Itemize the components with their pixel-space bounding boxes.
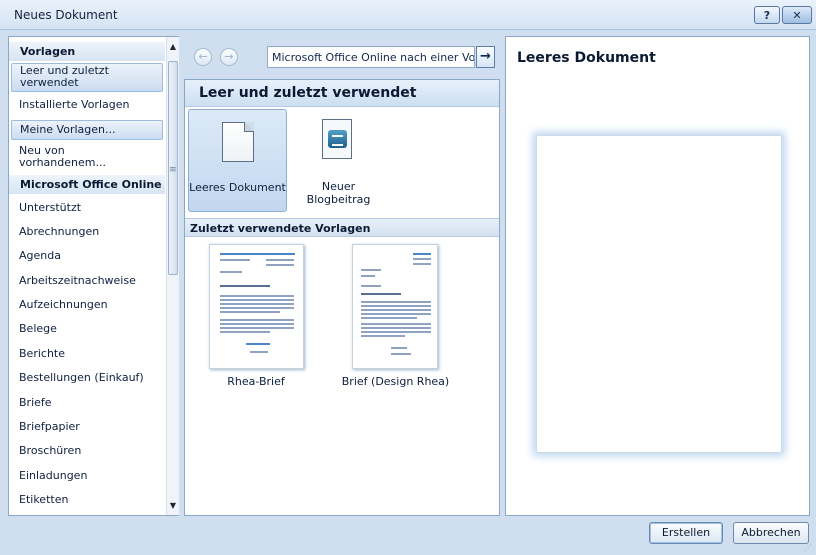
template-thumbnail [209,244,304,369]
category-item-arbeitszeitnachweise[interactable]: Arbeitszeitnachweise [9,275,165,287]
close-icon: ✕ [792,8,802,22]
recent-templates-header: Zuletzt verwendete Vorlagen [185,218,499,237]
scroll-up-icon[interactable]: ▲ [167,40,179,54]
template-pane-title: Leer und zuletzt verwendet [185,80,499,107]
category-item-bestellungen[interactable]: Bestellungen (Einkauf) [9,372,165,384]
template-thumbnail [352,244,438,369]
category-item-meine-vorlagen[interactable]: Meine Vorlagen... [11,120,163,140]
template-tile-leeres-dokument[interactable]: Leeres Dokument [188,109,287,212]
category-header-vorlagen: Vorlagen [9,42,165,61]
preview-title: Leeres Dokument [517,50,656,66]
create-button[interactable]: Erstellen [649,522,723,544]
recent-template-label: Rhea-Brief [227,375,285,388]
recent-template-rhea-brief[interactable]: Rhea-Brief [201,242,311,392]
cancel-button[interactable]: Abbrechen [733,522,809,544]
category-item-etiketten[interactable]: Etiketten [9,494,165,506]
document-preview [536,135,782,453]
category-item-installierte-vorlagen[interactable]: Installierte Vorlagen [9,99,165,111]
blog-post-icon [322,119,352,159]
close-button[interactable]: ✕ [782,6,812,24]
template-tile-label: Leeres Dokument [189,181,286,194]
category-item-berichte[interactable]: Berichte [9,348,165,360]
category-item-briefe[interactable]: Briefe [9,397,165,409]
category-item-neu-von-vorhandenem[interactable]: Neu von vorhandenem... [9,145,129,169]
category-item-label: Meine Vorlagen... [20,123,116,136]
forward-arrow-icon: → [224,50,234,63]
window-title: Neues Dokument [14,8,118,22]
category-item-agenda[interactable]: Agenda [9,250,165,262]
recent-template-label: Brief (Design Rhea) [341,375,450,388]
category-scrollbar[interactable]: ▲ ≡ ▼ [166,37,179,515]
template-pane: Leer und zuletzt verwendet Leeres Dokume… [184,79,500,516]
recent-template-brief-design-rhea[interactable]: Brief (Design Rhea) [328,242,463,392]
category-item-einladungen[interactable]: Einladungen [9,470,165,482]
preview-pane: Leeres Dokument [505,36,810,516]
resize-grip-icon[interactable]: ⋰ [804,543,812,552]
category-item-unterstuetzt[interactable]: Unterstützt [9,202,165,214]
title-bar: Neues Dokument ? ✕ [0,0,816,30]
category-item-aufzeichnungen[interactable]: Aufzeichnungen [9,299,165,311]
category-header-microsoft-office-online: Microsoft Office Online [9,175,165,194]
search-bar: ← → Microsoft Office Online nach einer V… [184,36,500,76]
blank-document-icon [222,122,254,162]
template-tile-label: Neuer Blogbeitrag [306,180,371,206]
template-tile-neuer-blogbeitrag[interactable]: Neuer Blogbeitrag [289,109,388,212]
arrow-right-icon: → [480,49,491,64]
category-item-abrechnungen[interactable]: Abrechnungen [9,226,165,238]
category-item-belege[interactable]: Belege [9,323,165,335]
template-category-pane: Vorlagen Leer und zuletzt verwendet Inst… [8,36,179,516]
back-button[interactable]: ← [194,48,212,66]
category-list: Vorlagen Leer und zuletzt verwendet Inst… [9,37,165,515]
scroll-down-icon[interactable]: ▼ [167,499,179,513]
back-arrow-icon: ← [198,50,208,63]
scrollbar-grip-icon: ≡ [169,165,177,175]
forward-button[interactable]: → [220,48,238,66]
help-button[interactable]: ? [754,6,780,24]
category-item-label: Leer und zuletzt verwendet [20,64,109,89]
category-item-briefpapier[interactable]: Briefpapier [9,421,165,433]
category-item-broschueren[interactable]: Broschüren [9,445,165,457]
online-search-input[interactable]: Microsoft Office Online nach einer Vo [267,46,475,68]
search-go-button[interactable]: → [476,46,495,68]
category-item-leer-und-zuletzt-verwendet[interactable]: Leer und zuletzt verwendet [11,63,163,92]
help-icon: ? [763,8,771,22]
